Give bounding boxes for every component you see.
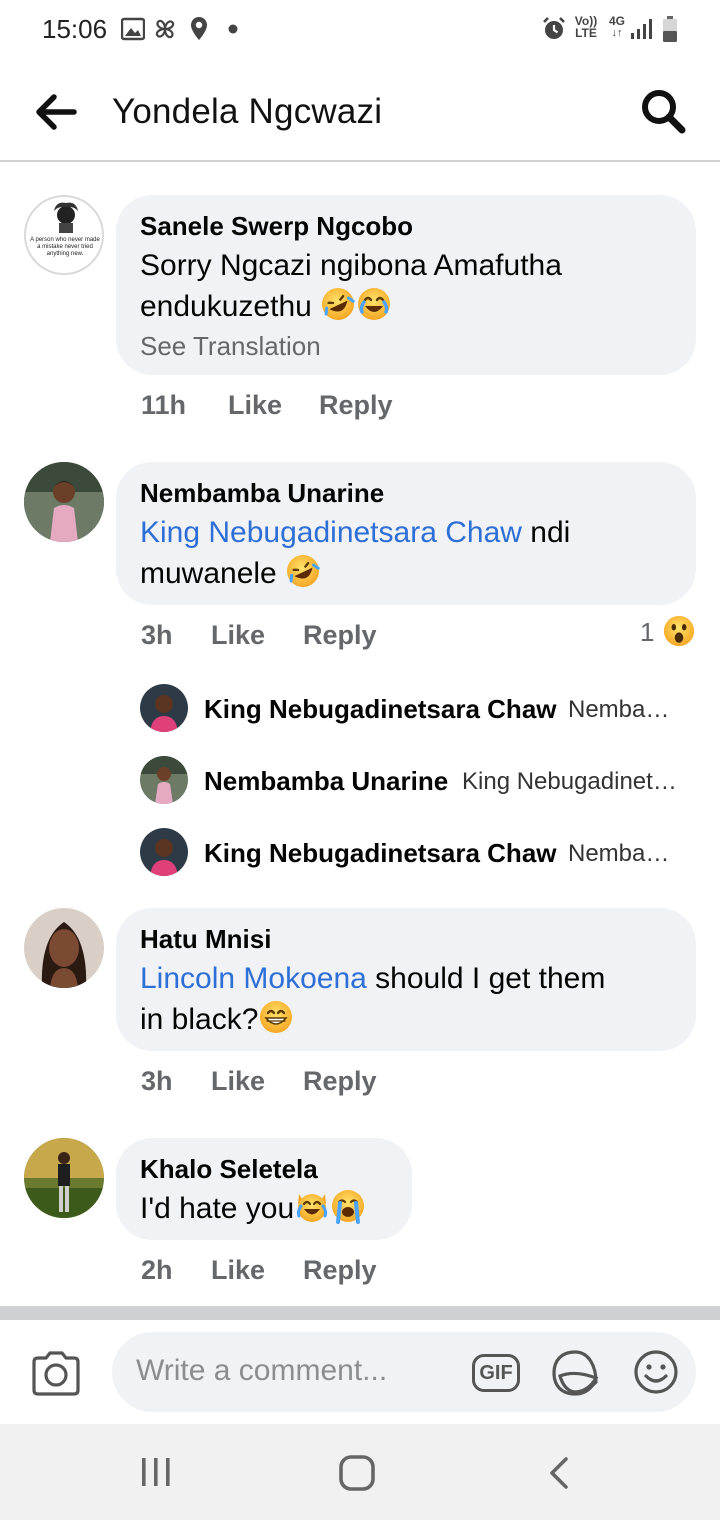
emoji-icon[interactable] (632, 1348, 680, 1396)
sticker-icon[interactable] (550, 1348, 600, 1398)
reply-thread-item[interactable]: King Nebugadinetsara Chaw Nembamba Unari… (140, 828, 700, 880)
pinwheel-icon (155, 19, 175, 39)
reaction-summary[interactable]: 1 (636, 614, 700, 650)
avatar[interactable]: A person who never made a mistake never … (24, 195, 104, 275)
status-time: 15:06 (42, 14, 108, 44)
comment-author[interactable]: Nembamba Unarine (140, 478, 384, 509)
reply-button[interactable]: Reply (303, 1066, 377, 1097)
comment-text-line1: I'd hate you (140, 1188, 366, 1229)
4g-icon: 4G ↓↑ (608, 14, 625, 39)
comment-text-line1: Lincoln Mokoena should I get them (140, 962, 606, 995)
avatar-photo (24, 1138, 104, 1218)
camera-icon[interactable] (30, 1350, 82, 1396)
comment-composer: Write a comment... GIF (0, 1320, 720, 1424)
reply-thread-item[interactable]: King Nebugadinetsara Chaw Nembamba Unari… (140, 684, 700, 736)
comment-time: 3h (141, 1066, 173, 1096)
comment-author[interactable]: Khalo Seletela (140, 1154, 318, 1185)
reply-author[interactable]: King Nebugadinetsara Chaw (204, 694, 557, 725)
comment-input[interactable]: Write a comment... (112, 1332, 696, 1412)
rolling-laugh-emoji (287, 555, 320, 587)
like-button[interactable]: Like (228, 390, 282, 421)
reply-preview: Nembamba Unarine (568, 696, 674, 723)
avatar-quote-image (54, 202, 78, 233)
app-header: Yondela Ngcwazi (0, 62, 720, 162)
recent-apps-icon[interactable] (138, 1456, 174, 1488)
avatar[interactable] (24, 1138, 104, 1218)
comment-bubble[interactable]: Sanele Swerp Ngcobo Sorry Ngcazi ngibona… (116, 195, 696, 375)
avatar-photo (140, 828, 188, 876)
crying-emoji (332, 1190, 365, 1224)
comment-text-line2: muwanele (140, 553, 321, 594)
system-nav-bar (0, 1424, 720, 1520)
avatar-photo (140, 756, 188, 804)
comment-author[interactable]: Hatu Mnisi (140, 924, 271, 955)
gif-icon[interactable]: GIF (472, 1354, 520, 1392)
comment-text-line2: endukuzethu (140, 286, 392, 327)
comment-author[interactable]: Sanele Swerp Ngcobo (140, 211, 413, 242)
reply-author[interactable]: Nembamba Unarine (204, 766, 448, 797)
comment-time: 2h (141, 1255, 173, 1285)
mention-link[interactable]: Lincoln Mokoena (140, 962, 367, 995)
gallery-icon (121, 17, 145, 41)
like-button[interactable]: Like (211, 1066, 265, 1097)
battery-icon (663, 16, 677, 42)
signal-icon (631, 19, 652, 39)
back-nav-icon[interactable] (546, 1456, 574, 1490)
avatar[interactable] (140, 684, 188, 732)
mention-link[interactable]: King Nebugadinetsara Chaw (140, 516, 522, 549)
like-button[interactable]: Like (211, 620, 265, 651)
comment-text-line1: Sorry Ngcazi ngibona Amafutha (140, 249, 562, 282)
search-icon[interactable] (638, 86, 690, 138)
reply-button[interactable]: Reply (319, 390, 393, 421)
rolling-laugh-emoji (322, 288, 355, 320)
avatar[interactable] (24, 462, 104, 542)
avatar-photo (24, 908, 104, 988)
avatar[interactable] (140, 828, 188, 876)
reaction-count: 1 (640, 617, 655, 647)
comment-text-line1: King Nebugadinetsara Chaw ndi (140, 516, 571, 549)
volte-icon: Vo)) LTE (574, 14, 598, 40)
grin-emoji (260, 1001, 293, 1033)
page-title: Yondela Ngcwazi (112, 92, 383, 131)
back-arrow-icon[interactable] (30, 90, 82, 134)
comment-bubble[interactable]: Khalo Seletela I'd hate you (116, 1138, 412, 1240)
composer-divider (0, 1306, 720, 1320)
reply-author[interactable]: King Nebugadinetsara Chaw (204, 838, 557, 869)
see-translation-link[interactable]: See Translation (140, 331, 321, 362)
location-icon (191, 17, 207, 40)
like-button[interactable]: Like (211, 1255, 265, 1286)
home-icon[interactable] (338, 1454, 376, 1492)
comment-placeholder: Write a comment... (136, 1354, 388, 1387)
comment-bubble[interactable]: Hatu Mnisi Lincoln Mokoena should I get … (116, 908, 696, 1051)
avatar[interactable] (140, 756, 188, 804)
reply-preview: King Nebugadinetsara Chaw (462, 768, 686, 795)
tears-of-joy-emoji (358, 288, 391, 320)
wow-emoji (663, 615, 695, 647)
avatar-photo (140, 684, 188, 732)
reply-preview: Nembamba Unarine (568, 840, 674, 867)
reply-button[interactable]: Reply (303, 620, 377, 651)
status-bar: 15:06 Vo)) LTE 4G ↓↑ (0, 0, 720, 62)
avatar[interactable] (24, 908, 104, 988)
comment-text-line2: in black? (140, 999, 294, 1040)
comment-bubble[interactable]: Nembamba Unarine King Nebugadinetsara Ch… (116, 462, 696, 605)
comment-time: 3h (141, 620, 173, 650)
dot-icon (228, 24, 238, 34)
laughing-cat-emoji (297, 1194, 328, 1222)
avatar-photo (24, 462, 104, 542)
reply-thread-item[interactable]: Nembamba Unarine King Nebugadinetsara Ch… (140, 756, 700, 808)
reply-button[interactable]: Reply (303, 1255, 377, 1286)
comment-time: 11h (141, 390, 187, 420)
alarm-icon (543, 17, 565, 39)
